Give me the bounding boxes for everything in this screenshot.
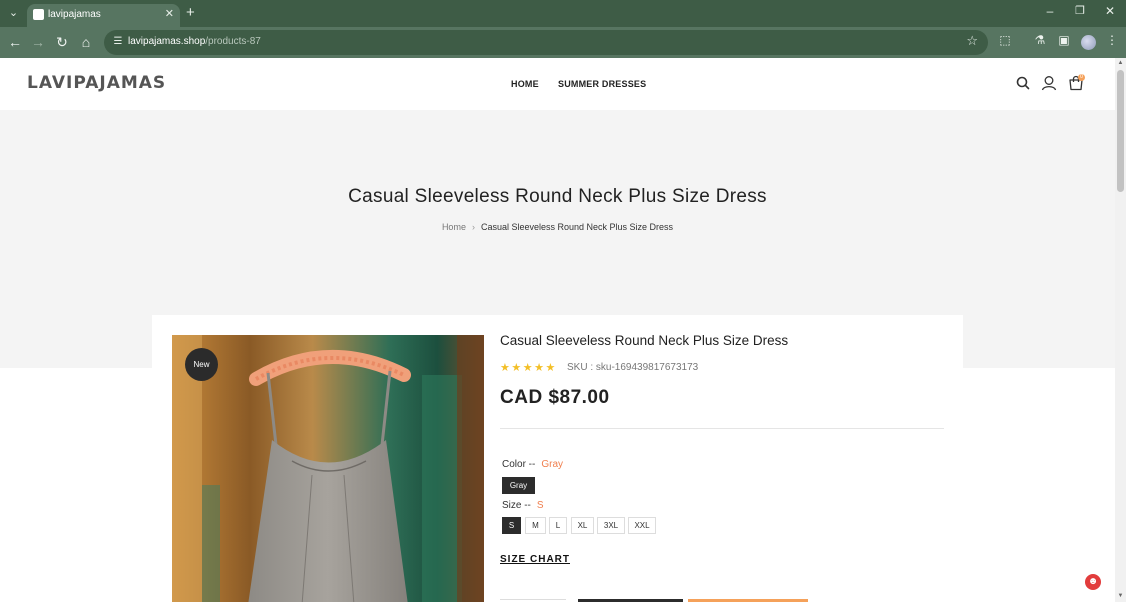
reload-icon[interactable]: ↻: [52, 32, 72, 52]
star-icon: ★: [522, 362, 535, 374]
size-chip-xl[interactable]: XL: [571, 517, 594, 534]
minimize-icon[interactable]: –: [1042, 4, 1058, 18]
scroll-thumb[interactable]: [1117, 70, 1124, 192]
divider: [500, 428, 944, 429]
close-window-icon[interactable]: ✕: [1102, 4, 1118, 18]
page-scrollbar[interactable]: ▲ ▼: [1115, 58, 1126, 602]
dress-photo: [172, 335, 484, 602]
size-chip-m[interactable]: M: [525, 517, 546, 534]
url-host: lavipajamas.shop: [128, 36, 206, 47]
address-bar[interactable]: ☰ lavipajamas.shop/products-87 ☆: [104, 30, 988, 55]
product-price: CAD $87.00: [500, 387, 610, 408]
browser-tab[interactable]: lavipajamas ✕: [27, 4, 180, 27]
chevron-right-icon: ›: [471, 222, 475, 232]
scroll-down-icon[interactable]: ▼: [1117, 593, 1124, 600]
nav-home[interactable]: HOME: [511, 79, 539, 89]
star-icon: ★: [534, 362, 546, 374]
back-icon[interactable]: ←: [5, 32, 25, 52]
side-panel-icon[interactable]: ▣: [1055, 33, 1073, 47]
new-badge: New: [185, 348, 218, 381]
size-label-text: Size --: [502, 500, 531, 511]
new-tab-icon[interactable]: +: [186, 4, 195, 21]
product-image[interactable]: [172, 335, 484, 602]
browser-tab-bar: ⌄ lavipajamas ✕ + – ❐ ✕: [0, 0, 1126, 27]
page-title: Casual Sleeveless Round Neck Plus Size D…: [348, 186, 767, 207]
menu-kebab-icon[interactable]: ⋮: [1103, 33, 1121, 47]
rating-stars: ★★★★★: [500, 361, 557, 374]
size-chip-s[interactable]: S: [502, 517, 521, 534]
color-selected-value: Gray: [541, 459, 564, 470]
browser-toolbar: ← → ↻ ⌂ ☰ lavipajamas.shop/products-87 ☆…: [0, 27, 1126, 58]
breadcrumb-current: Casual Sleeveless Round Neck Plus Size D…: [480, 222, 674, 232]
nav-summer-dresses[interactable]: SUMMER DRESSES: [558, 79, 646, 89]
bookmark-star-icon[interactable]: ☆: [966, 33, 978, 49]
scroll-up-icon[interactable]: ▲: [1117, 60, 1124, 67]
home-icon[interactable]: ⌂: [76, 32, 96, 52]
url-path: /products-87: [205, 36, 261, 47]
site-header: LAVIPAJAMAS HOME SUMMER DRESSES 0: [0, 58, 1115, 110]
profile-avatar[interactable]: [1081, 35, 1096, 50]
color-label-text: Color --: [502, 459, 536, 470]
size-chip-l[interactable]: L: [549, 517, 567, 534]
breadcrumb-home[interactable]: Home: [442, 222, 466, 232]
tab-close-icon[interactable]: ✕: [165, 7, 174, 20]
favicon-icon: [33, 9, 44, 20]
web-page: LAVIPAJAMAS HOME SUMMER DRESSES 0 Casual…: [0, 58, 1115, 602]
size-selected-value: S: [536, 500, 544, 511]
star-icon: ★: [545, 362, 557, 374]
extensions-icon[interactable]: ⬚: [996, 33, 1014, 47]
cart-count-badge: 0: [1078, 74, 1085, 81]
tab-search-icon[interactable]: ⌄: [5, 5, 22, 22]
forward-icon[interactable]: →: [28, 32, 48, 52]
size-chip-3xl[interactable]: 3XL: [597, 517, 625, 534]
color-chip-gray[interactable]: Gray: [502, 477, 535, 494]
site-info-icon[interactable]: ☰: [111, 35, 125, 49]
breadcrumb: Home › Casual Sleeveless Round Neck Plus S…: [0, 222, 1115, 232]
tab-title: lavipajamas: [48, 9, 101, 20]
site-logo[interactable]: LAVIPAJAMAS: [27, 73, 166, 93]
star-icon: ★: [500, 362, 512, 374]
product-title: Casual Sleeveless Round Neck Plus Size D…: [500, 333, 789, 348]
search-icon[interactable]: [1014, 74, 1032, 92]
color-option-label: Color -- Gray: [502, 459, 563, 470]
product-sku: SKU : sku-169439817673173: [567, 362, 699, 373]
labs-icon[interactable]: ⚗: [1031, 33, 1049, 47]
restore-icon[interactable]: ❐: [1072, 4, 1088, 17]
account-icon[interactable]: [1040, 74, 1058, 92]
star-icon: ★: [511, 362, 523, 374]
size-option-label: Size -- S: [502, 500, 544, 511]
url-text[interactable]: lavipajamas.shop/products-87: [128, 36, 261, 47]
floating-chat-icon[interactable]: ☻: [1085, 574, 1101, 590]
size-chip-xxl[interactable]: XXL: [628, 517, 656, 534]
size-chart-link[interactable]: SIZE CHART: [500, 554, 570, 565]
